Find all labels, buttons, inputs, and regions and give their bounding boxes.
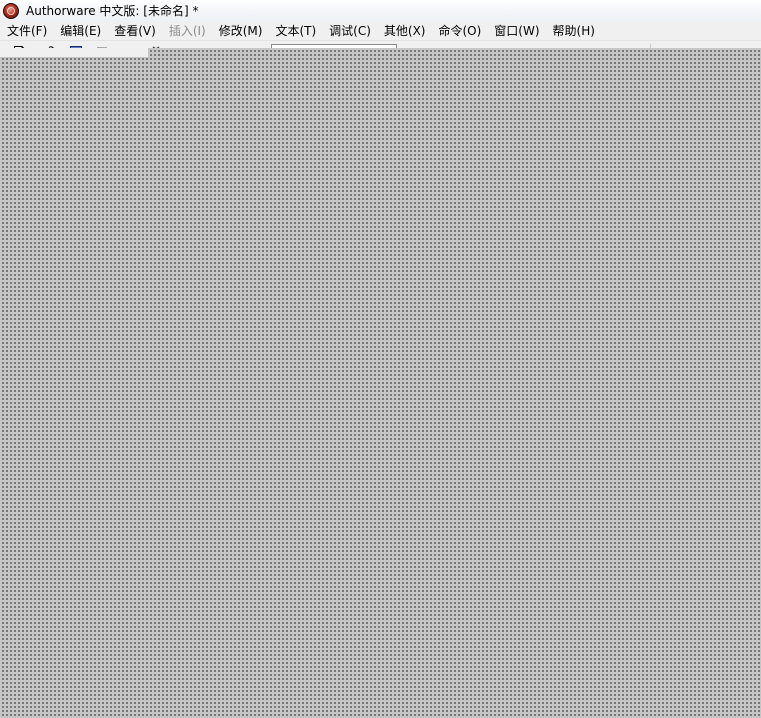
- menu-text[interactable]: 文本(T): [268, 21, 322, 41]
- menu-file[interactable]: 文件(F): [0, 21, 53, 41]
- authorware-window: Authorware 中文版: [未命名] * 文件(F) 编辑(E) 查看(V…: [0, 0, 761, 718]
- menu-view[interactable]: 查看(V): [107, 21, 162, 41]
- toolbar-remnant: [0, 48, 148, 57]
- menu-help[interactable]: 帮助(H): [546, 21, 601, 41]
- window-title: Authorware 中文版: [未命名] *: [26, 4, 199, 18]
- menu-edit[interactable]: 编辑(E): [53, 21, 107, 41]
- menu-insert[interactable]: 插入(I): [162, 21, 212, 41]
- menu-window[interactable]: 窗口(W): [487, 21, 545, 41]
- authorware-logo-icon[interactable]: [3, 2, 19, 19]
- workspace-area[interactable]: [0, 48, 761, 718]
- title-bar[interactable]: Authorware 中文版: [未命名] *: [0, 0, 761, 21]
- menu-debug[interactable]: 调试(C): [322, 21, 377, 41]
- menu-bar: 文件(F) 编辑(E) 查看(V) 插入(I) 修改(M) 文本(T) 调试(C…: [0, 21, 761, 41]
- menu-command[interactable]: 命令(O): [431, 21, 487, 41]
- menu-modify[interactable]: 修改(M): [212, 21, 269, 41]
- menu-other[interactable]: 其他(X): [377, 21, 432, 41]
